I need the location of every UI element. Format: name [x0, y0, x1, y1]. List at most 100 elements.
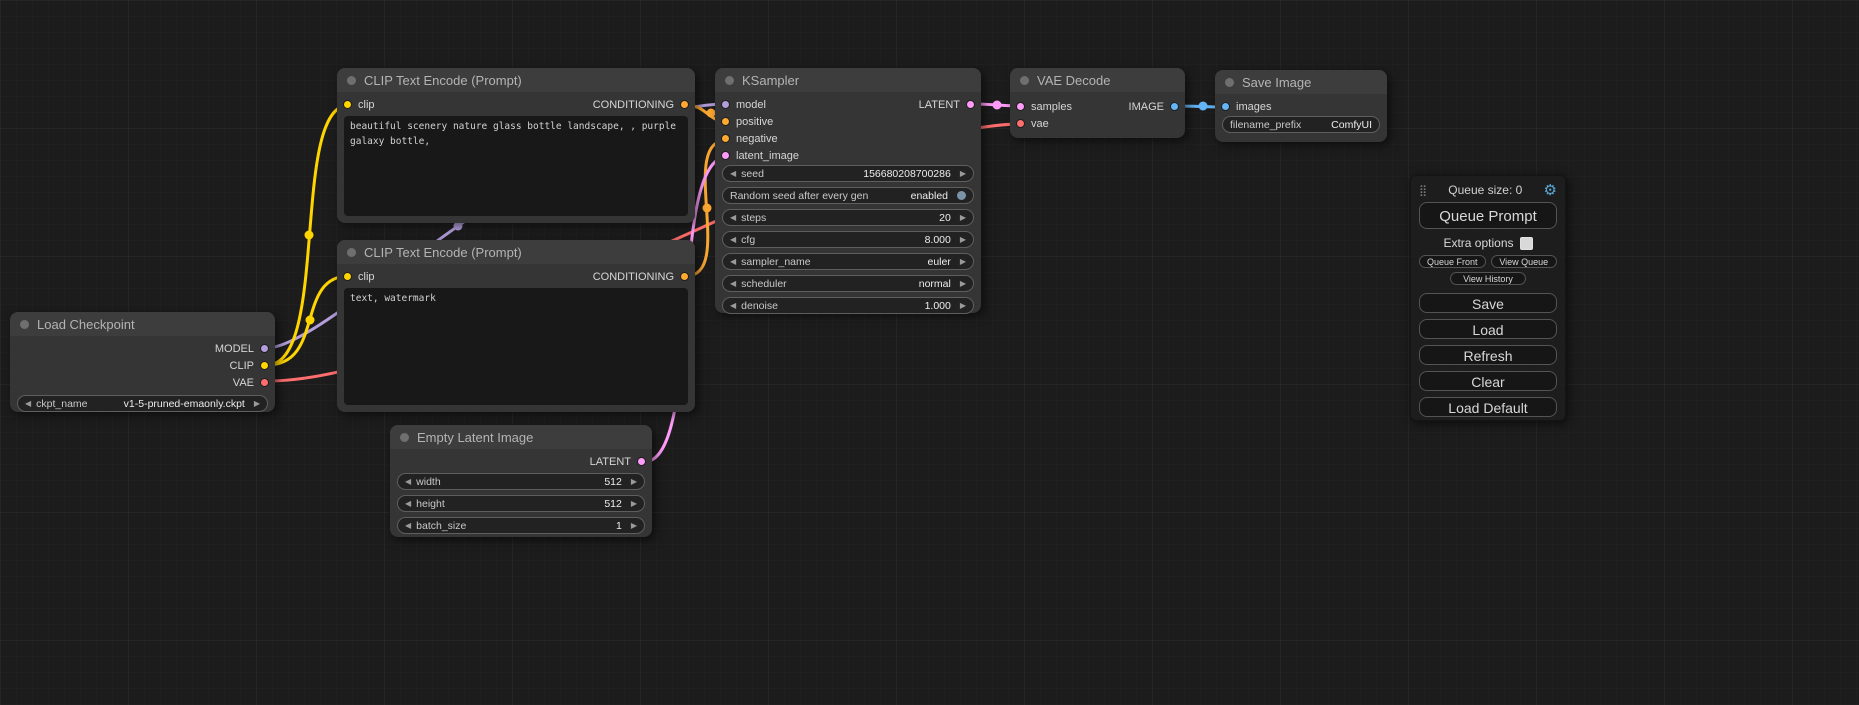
node-title-bar[interactable]: Save Image	[1215, 70, 1387, 94]
next-arrow-icon[interactable]: ▶	[631, 477, 637, 486]
clear-button[interactable]: Clear	[1419, 371, 1557, 391]
output-label: VAE	[233, 377, 254, 389]
load-button[interactable]: Load	[1419, 319, 1557, 339]
next-arrow-icon[interactable]: ▶	[254, 399, 260, 408]
node-title-bar[interactable]: CLIP Text Encode (Prompt)	[337, 240, 695, 264]
drag-handle-icon[interactable]: ⣿	[1419, 184, 1427, 197]
clip-output-port[interactable]	[260, 361, 269, 370]
prev-arrow-icon[interactable]: ◀	[730, 213, 736, 222]
denoise-widget[interactable]: ◀ denoise 1.000 ▶	[722, 297, 974, 314]
image-output-port[interactable]	[1170, 102, 1179, 111]
widget-value: enabled	[911, 190, 948, 202]
collapse-dot-icon[interactable]	[20, 320, 29, 329]
node-empty-latent-image[interactable]: Empty Latent Image LATENT ◀ width 512 ▶ …	[390, 425, 652, 537]
node-title-bar[interactable]: Load Checkpoint	[10, 312, 275, 336]
height-widget[interactable]: ◀ height 512 ▶	[397, 495, 645, 512]
output-label: MODEL	[215, 343, 254, 355]
widget-value: euler	[927, 256, 950, 268]
ckpt-name-widget[interactable]: ◀ ckpt_name v1-5-pruned-emaonly.ckpt ▶	[17, 395, 268, 412]
positive-input-port[interactable]	[721, 117, 730, 126]
widget-value: 1	[616, 520, 622, 532]
widget-name: steps	[741, 212, 766, 224]
next-arrow-icon[interactable]: ▶	[960, 301, 966, 310]
queue-front-button[interactable]: Queue Front	[1419, 255, 1486, 268]
view-queue-button[interactable]: View Queue	[1491, 255, 1558, 268]
samples-input-port[interactable]	[1016, 102, 1025, 111]
prev-arrow-icon[interactable]: ◀	[25, 399, 31, 408]
refresh-button[interactable]: Refresh	[1419, 345, 1557, 365]
prompt-textarea[interactable]: beautiful scenery nature glass bottle la…	[344, 116, 688, 216]
collapse-dot-icon[interactable]	[347, 248, 356, 257]
load-default-button[interactable]: Load Default	[1419, 397, 1557, 417]
prev-arrow-icon[interactable]: ◀	[405, 477, 411, 486]
settings-gear-icon[interactable]: ⚙	[1544, 183, 1557, 198]
next-arrow-icon[interactable]: ▶	[960, 257, 966, 266]
view-history-button[interactable]: View History	[1450, 272, 1526, 285]
queue-prompt-button[interactable]: Queue Prompt	[1419, 202, 1557, 229]
clip-input-port[interactable]	[343, 100, 352, 109]
node-title-bar[interactable]: VAE Decode	[1010, 68, 1185, 92]
node-save-image[interactable]: Save Image images filename_prefix ComfyU…	[1215, 70, 1387, 142]
node-vae-decode[interactable]: VAE Decode samples IMAGE vae	[1010, 68, 1185, 138]
widget-name: cfg	[741, 234, 755, 246]
sampler-name-widget[interactable]: ◀ sampler_name euler ▶	[722, 253, 974, 270]
node-title-bar[interactable]: Empty Latent Image	[390, 425, 652, 449]
toggle-indicator-icon[interactable]	[957, 191, 966, 200]
next-arrow-icon[interactable]: ▶	[960, 235, 966, 244]
latent-image-input-port[interactable]	[721, 151, 730, 160]
graph-canvas[interactable]: Load Checkpoint MODEL CLIP VAE ◀ ckpt_na…	[0, 0, 1859, 705]
cfg-widget[interactable]: ◀ cfg 8.000 ▶	[722, 231, 974, 248]
widget-value: 512	[604, 476, 622, 488]
next-arrow-icon[interactable]: ▶	[960, 279, 966, 288]
collapse-dot-icon[interactable]	[347, 76, 356, 85]
node-load-checkpoint[interactable]: Load Checkpoint MODEL CLIP VAE ◀ ckpt_na…	[10, 312, 275, 412]
node-title-bar[interactable]: KSampler	[715, 68, 981, 92]
next-arrow-icon[interactable]: ▶	[631, 521, 637, 530]
prev-arrow-icon[interactable]: ◀	[730, 301, 736, 310]
input-row: negative	[715, 130, 981, 147]
node-ksampler[interactable]: KSampler model LATENT positive negative …	[715, 68, 981, 313]
prev-arrow-icon[interactable]: ◀	[730, 169, 736, 178]
vae-input-port[interactable]	[1016, 119, 1025, 128]
prev-arrow-icon[interactable]: ◀	[730, 235, 736, 244]
filename-prefix-widget[interactable]: filename_prefix ComfyUI	[1222, 116, 1380, 133]
node-clip-text-encode-positive[interactable]: CLIP Text Encode (Prompt) clip CONDITION…	[337, 68, 695, 223]
prompt-textarea[interactable]: text, watermark	[344, 288, 688, 405]
node-clip-text-encode-negative[interactable]: CLIP Text Encode (Prompt) clip CONDITION…	[337, 240, 695, 412]
input-label: samples	[1031, 101, 1072, 113]
latent-output-port[interactable]	[637, 457, 646, 466]
prev-arrow-icon[interactable]: ◀	[405, 499, 411, 508]
prev-arrow-icon[interactable]: ◀	[730, 257, 736, 266]
steps-widget[interactable]: ◀ steps 20 ▶	[722, 209, 974, 226]
next-arrow-icon[interactable]: ▶	[960, 213, 966, 222]
input-label: model	[736, 99, 766, 111]
batch-size-widget[interactable]: ◀ batch_size 1 ▶	[397, 517, 645, 534]
next-arrow-icon[interactable]: ▶	[631, 499, 637, 508]
model-output-port[interactable]	[260, 344, 269, 353]
collapse-dot-icon[interactable]	[1225, 78, 1234, 87]
images-input-port[interactable]	[1221, 102, 1230, 111]
clip-input-port[interactable]	[343, 272, 352, 281]
conditioning-output-port[interactable]	[680, 272, 689, 281]
extra-options-checkbox[interactable]	[1520, 237, 1533, 250]
collapse-dot-icon[interactable]	[1020, 76, 1029, 85]
conditioning-output-port[interactable]	[680, 100, 689, 109]
prev-arrow-icon[interactable]: ◀	[405, 521, 411, 530]
link-midpoint-dot	[993, 101, 1002, 110]
width-widget[interactable]: ◀ width 512 ▶	[397, 473, 645, 490]
model-input-port[interactable]	[721, 100, 730, 109]
random-seed-toggle-widget[interactable]: Random seed after every gen enabled	[722, 187, 974, 204]
node-title-bar[interactable]: CLIP Text Encode (Prompt)	[337, 68, 695, 92]
scheduler-widget[interactable]: ◀ scheduler normal ▶	[722, 275, 974, 292]
latent-output-port[interactable]	[966, 100, 975, 109]
negative-input-port[interactable]	[721, 134, 730, 143]
input-label: clip	[358, 271, 375, 283]
collapse-dot-icon[interactable]	[400, 433, 409, 442]
vae-output-port[interactable]	[260, 378, 269, 387]
prev-arrow-icon[interactable]: ◀	[730, 279, 736, 288]
next-arrow-icon[interactable]: ▶	[960, 169, 966, 178]
seed-widget[interactable]: ◀ seed 156680208700286 ▶	[722, 165, 974, 182]
collapse-dot-icon[interactable]	[725, 76, 734, 85]
widget-value: 8.000	[925, 234, 951, 246]
save-button[interactable]: Save	[1419, 293, 1557, 313]
